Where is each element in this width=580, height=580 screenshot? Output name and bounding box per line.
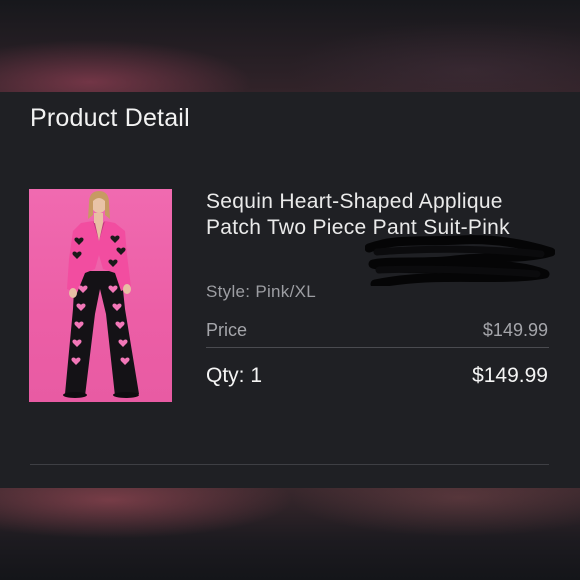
- product-detail-panel: Product Detail Sequin Heart-Shaped Appli…: [0, 92, 580, 488]
- redaction-scribble: [365, 235, 555, 286]
- price-value: $149.99: [482, 320, 548, 340]
- screenshot-frame: Product Detail Sequin Heart-Shaped Appli…: [0, 0, 580, 580]
- product-style: Style: Pink/XL: [206, 282, 317, 301]
- blurred-background-top: [0, 0, 580, 92]
- total-price: $149.99: [472, 364, 548, 387]
- product-photo-icon: [63, 191, 139, 398]
- section-divider: [30, 464, 549, 465]
- blurred-background-bottom: [0, 488, 580, 580]
- price-divider: [206, 347, 549, 348]
- page-title: Product Detail: [30, 104, 190, 132]
- product-image[interactable]: [29, 189, 172, 402]
- price-label: Price: [206, 320, 248, 340]
- quantity-label: Qty: 1: [206, 364, 263, 387]
